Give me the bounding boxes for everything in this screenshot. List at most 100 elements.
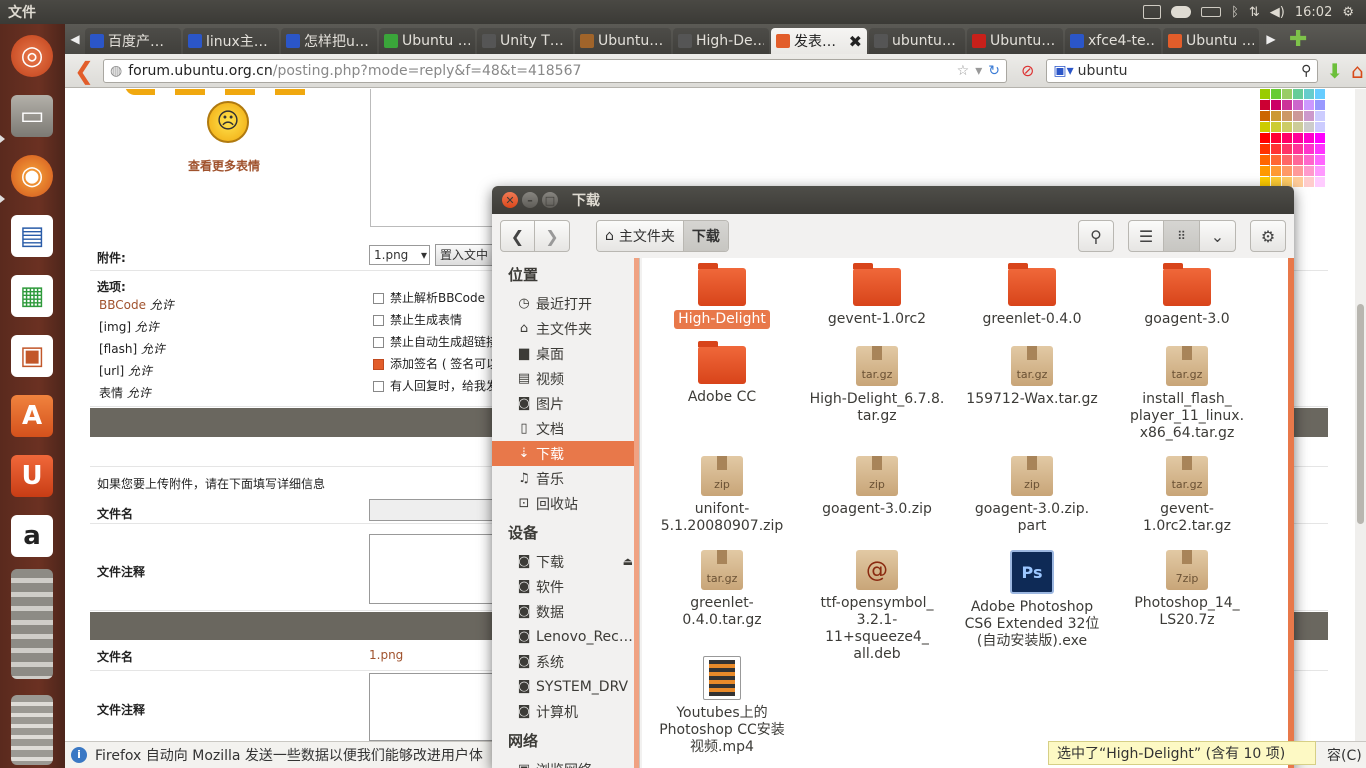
color-swatch[interactable] [1282, 122, 1292, 132]
color-swatch[interactable] [1271, 122, 1281, 132]
sidebar-scrollbar[interactable] [634, 258, 639, 768]
eject-icon[interactable]: ⏏ [623, 555, 633, 568]
minimize-icon[interactable]: – [522, 192, 538, 208]
color-swatch[interactable] [1304, 144, 1314, 154]
file-item[interactable]: zip goagent-3.0.zip. part [958, 456, 1106, 536]
color-swatch[interactable] [1315, 155, 1325, 165]
ubuntu-dash-icon[interactable]: ◎ [6, 30, 58, 82]
file-item[interactable]: tar.gz install_flash_ player_11_linux. x8… [1113, 346, 1261, 443]
color-swatch[interactable] [1271, 111, 1281, 121]
color-swatch[interactable] [1271, 155, 1281, 165]
color-swatch[interactable] [1282, 111, 1292, 121]
gear-icon[interactable]: ⚙ [1342, 5, 1354, 20]
keyboard-icon[interactable] [1143, 5, 1162, 19]
file-grid-scrollbar[interactable] [1288, 258, 1294, 768]
color-swatch[interactable] [1282, 133, 1292, 143]
amazon-icon[interactable]: a [6, 510, 58, 562]
color-swatch[interactable] [1315, 89, 1325, 99]
file-item[interactable]: zip goagent-3.0.zip [803, 456, 951, 519]
color-swatch[interactable] [1304, 155, 1314, 165]
file-item[interactable]: Ps Adobe Photoshop CS6 Extended 32位 (自动安装… [958, 550, 1106, 651]
color-swatch[interactable] [1271, 89, 1281, 99]
home-icon[interactable]: ⌂ [1351, 59, 1364, 83]
sidebar-item-place[interactable]: ◙ 图片 [492, 391, 639, 416]
file-item[interactable]: greenlet-0.4.0 [958, 263, 1106, 329]
sidebar-item-device[interactable]: ◙ 计算机 [492, 699, 639, 724]
color-swatch[interactable] [1260, 166, 1270, 176]
color-swatch[interactable] [1260, 133, 1270, 143]
firefox-icon[interactable]: ◉ [6, 150, 58, 202]
sidebar-item-browse-network[interactable]: ▣ 浏览网络 [492, 757, 639, 768]
app-menu-file[interactable]: 文件 [0, 2, 36, 22]
sidebar-item-place[interactable]: ◷ 最近打开 [492, 291, 639, 316]
color-swatch[interactable] [1304, 122, 1314, 132]
color-swatch[interactable] [1271, 133, 1281, 143]
search-icon[interactable]: ⚲ [1301, 63, 1311, 79]
file-item[interactable]: tar.gz High-Delight_6.7.8. tar.gz [803, 346, 951, 426]
file-item[interactable]: goagent-3.0 [1113, 263, 1261, 329]
browser-tab[interactable]: xfce4-te… [1065, 28, 1161, 54]
clock[interactable]: 16:02 [1295, 5, 1332, 20]
sidebar-item-device[interactable]: ◙ 软件 [492, 574, 639, 599]
tab-scroll-left-icon[interactable]: ◀ [65, 32, 85, 46]
file-item[interactable]: Adobe CC [648, 341, 796, 407]
more-smilies-link[interactable]: 查看更多表情 [188, 157, 260, 174]
file-item[interactable]: 7zip Photoshop_14_ LS20.7z [1113, 550, 1261, 630]
file-item[interactable]: zip unifont- 5.1.20080907.zip [648, 456, 796, 536]
color-swatch[interactable] [1293, 89, 1303, 99]
color-swatch[interactable] [1304, 111, 1314, 121]
file-item[interactable]: @ ttf-opensymbol_ 3.2.1-11+squeeze4_ all.… [803, 550, 951, 664]
color-swatch[interactable] [1260, 144, 1270, 154]
browser-tab[interactable]: 百度产… [85, 28, 181, 54]
color-swatch[interactable] [1282, 155, 1292, 165]
file-item[interactable]: Youtubes上的 Photoshop CC安装 视频.mp4 [648, 656, 796, 757]
file-item[interactable]: High-Delight [648, 263, 796, 329]
close-icon[interactable]: ✕ [502, 192, 518, 208]
sidebar-item-device[interactable]: ◙ Lenovo_Rec… [492, 624, 639, 649]
color-swatch[interactable] [1315, 122, 1325, 132]
sidebar-item-place[interactable]: ⇣ 下载 [492, 441, 639, 466]
new-tab-icon[interactable]: ✚ [1289, 27, 1307, 52]
crumb-home[interactable]: ⌂ 主文件夹 [597, 221, 683, 251]
browser-tab[interactable]: Ubuntu … [1163, 28, 1259, 54]
browser-tab[interactable]: Ubuntu … [379, 28, 475, 54]
file-item[interactable]: tar.gz greenlet-0.4.0.tar.gz [648, 550, 796, 630]
sidebar-item-place[interactable]: ⌂ 主文件夹 [492, 316, 639, 341]
browser-tab[interactable]: High-De… [673, 28, 769, 54]
color-swatch[interactable] [1304, 89, 1314, 99]
sidebar-item-device[interactable]: ◙ 下载 ⏏ [492, 549, 639, 574]
color-swatch[interactable] [1315, 111, 1325, 121]
attachment-select[interactable]: 1.png ▾ [369, 245, 430, 265]
file-item[interactable]: gevent-1.0rc2 [803, 263, 951, 329]
color-swatch[interactable] [1271, 166, 1281, 176]
bookmark-star-icon[interactable]: ☆ [957, 63, 970, 79]
ubuntu-one-icon[interactable]: U [6, 450, 58, 502]
search-engine-icon[interactable]: ▣▾ [1053, 63, 1073, 79]
url-bar[interactable]: ◍ forum.ubuntu.org.cn/posting.php?mode=r… [103, 58, 1007, 83]
browser-tab[interactable]: 发表… ✖ [771, 28, 867, 54]
sidebar-item-place[interactable]: ⊡ 回收站 [492, 491, 639, 516]
scrollbar-thumb[interactable] [1357, 304, 1364, 524]
search-input[interactable]: ubuntu [1078, 63, 1128, 79]
close-tab-icon[interactable]: ✖ [849, 32, 862, 51]
color-swatch[interactable] [1315, 144, 1325, 154]
tab-scroll-right-icon[interactable]: ▶ [1261, 32, 1281, 46]
crumb-downloads[interactable]: 下载 [682, 221, 728, 251]
back-button[interactable]: ❮ [73, 57, 95, 85]
color-swatch[interactable] [1282, 166, 1292, 176]
browser-tab[interactable]: 怎样把u… [281, 28, 377, 54]
color-swatch[interactable] [1293, 111, 1303, 121]
maximize-icon[interactable]: □ [542, 192, 558, 208]
color-swatch[interactable] [1304, 177, 1314, 187]
sidebar-item-device[interactable]: ◙ SYSTEM_DRV [492, 674, 639, 699]
battery-icon[interactable] [1201, 7, 1222, 17]
software-center-icon[interactable]: A [6, 390, 58, 442]
sidebar-item-device[interactable]: ◙ 系统 [492, 649, 639, 674]
color-swatch[interactable] [1304, 100, 1314, 110]
color-swatch[interactable] [1293, 122, 1303, 132]
settings-button[interactable]: ⚙ [1250, 220, 1286, 252]
forward-nav-button[interactable]: ❯ [535, 220, 570, 252]
color-swatch[interactable] [1315, 100, 1325, 110]
dropdown-icon[interactable]: ▾ [975, 63, 982, 79]
file-item[interactable]: tar.gz 159712-Wax.tar.gz [958, 346, 1106, 409]
